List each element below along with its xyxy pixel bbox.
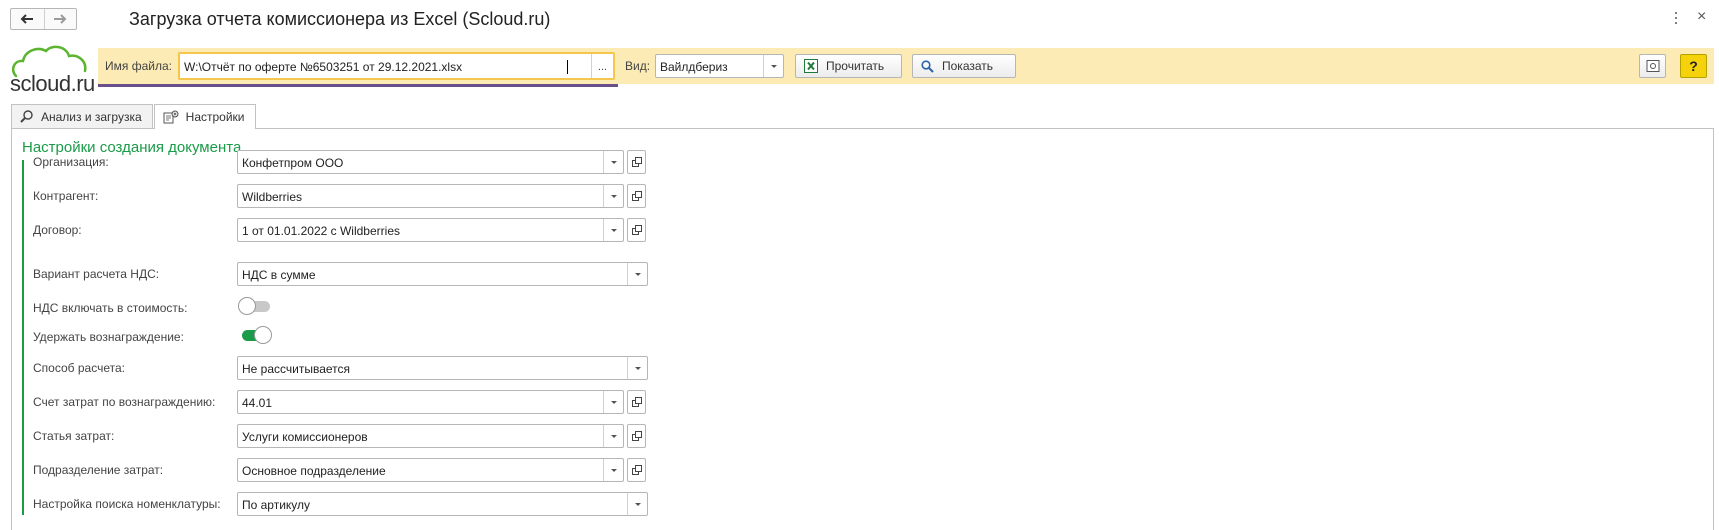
cost-account-value: 44.01 xyxy=(242,396,273,410)
vat-calc-variant-label: Вариант расчета НДС: xyxy=(33,267,160,281)
cost-account-field[interactable]: 44.01 xyxy=(237,390,624,414)
withhold-fee-toggle[interactable] xyxy=(238,326,273,344)
file-field: ... xyxy=(178,52,615,80)
magnifier-icon xyxy=(20,110,34,123)
cost-item-label: Статья затрат: xyxy=(33,429,115,443)
text-caret xyxy=(567,60,568,74)
show-button-label: Показать xyxy=(942,59,994,73)
file-label: Имя файла: xyxy=(105,59,172,73)
excel-icon xyxy=(804,59,818,73)
chevron-down-icon[interactable] xyxy=(603,425,623,447)
open-link-icon xyxy=(631,157,642,167)
organization-label: Организация: xyxy=(33,155,109,169)
cost-account-label: Счет затрат по вознаграждению: xyxy=(33,395,216,409)
vat-include-label: НДС включать в стоимость: xyxy=(33,301,188,315)
kind-select-value: Вайлдбериз xyxy=(660,60,728,74)
open-organization-button[interactable] xyxy=(627,150,646,174)
browse-file-button[interactable]: ... xyxy=(591,54,613,78)
settings-group-accent xyxy=(22,160,24,515)
vat-include-toggle[interactable] xyxy=(238,297,273,315)
open-cost-item-button[interactable] xyxy=(627,424,646,448)
tab-settings-label: Настройки xyxy=(185,110,245,124)
organization-value: Конфетпром ООО xyxy=(242,156,344,170)
cost-department-field[interactable]: Основное подразделение xyxy=(237,458,624,482)
open-link-icon xyxy=(631,191,642,201)
help-button[interactable]: ? xyxy=(1680,54,1707,78)
open-link-icon xyxy=(631,431,642,441)
cost-item-field[interactable]: Услуги комиссионеров xyxy=(237,424,624,448)
settings-icon xyxy=(163,110,179,124)
open-link-icon xyxy=(631,225,642,235)
chevron-down-icon[interactable] xyxy=(603,185,623,207)
chevron-down-icon[interactable] xyxy=(603,219,623,241)
more-menu-icon[interactable] xyxy=(1671,10,1681,26)
navigation-buttons xyxy=(10,8,77,30)
settings-group-title: Настройки создания документа xyxy=(22,139,242,156)
chevron-down-icon[interactable] xyxy=(603,151,623,173)
withhold-fee-label: Удержать вознаграждение: xyxy=(33,330,184,344)
kind-select[interactable]: Вайлдбериз xyxy=(655,54,784,78)
read-button[interactable]: Прочитать xyxy=(795,54,902,78)
cost-department-value: Основное подразделение xyxy=(242,464,386,478)
window-title: Загрузка отчета комиссионера из Excel (S… xyxy=(129,9,551,29)
calc-method-select[interactable]: Не рассчитывается xyxy=(237,356,648,380)
open-link-icon xyxy=(631,397,642,407)
open-cost-account-button[interactable] xyxy=(627,390,646,414)
arrow-right-icon xyxy=(54,14,67,24)
toggle-knob xyxy=(254,326,272,344)
chevron-down-icon[interactable] xyxy=(627,263,647,285)
forward-button[interactable] xyxy=(43,9,77,29)
show-button[interactable]: Показать xyxy=(912,54,1016,78)
calc-method-value: Не рассчитывается xyxy=(242,362,351,376)
arrow-left-icon xyxy=(20,14,34,24)
open-link-icon xyxy=(631,465,642,475)
nomenclature-search-select[interactable]: По артикулу xyxy=(237,492,648,516)
toggle-knob xyxy=(238,297,256,315)
read-button-label: Прочитать xyxy=(826,59,885,73)
contract-label: Договор: xyxy=(33,223,82,237)
counterparty-field[interactable]: Wildberries xyxy=(237,184,624,208)
tab-settings[interactable]: Настройки xyxy=(153,104,256,129)
chevron-down-icon[interactable] xyxy=(627,493,647,515)
chevron-down-icon[interactable] xyxy=(603,391,623,413)
chevron-down-icon[interactable] xyxy=(763,55,783,77)
file-path-input[interactable] xyxy=(184,57,584,77)
cost-department-label: Подразделение затрат: xyxy=(33,463,164,477)
open-contract-button[interactable] xyxy=(627,218,646,242)
report-settings-button[interactable] xyxy=(1639,54,1666,78)
chevron-down-icon[interactable] xyxy=(627,357,647,379)
counterparty-value: Wildberries xyxy=(242,190,303,204)
nomenclature-search-label: Настройка поиска номенклатуры: xyxy=(33,497,221,511)
command-bar: Имя файла: ... Вид: Вайлдбериз Прочитать… xyxy=(98,48,1714,84)
organization-field[interactable]: Конфетпром ООО xyxy=(237,150,624,174)
search-icon xyxy=(921,59,934,73)
document-settings-icon xyxy=(1646,60,1659,72)
chevron-down-icon[interactable] xyxy=(603,459,623,481)
nomenclature-search-value: По артикулу xyxy=(242,498,311,512)
back-button[interactable] xyxy=(11,9,44,29)
kind-label: Вид: xyxy=(625,59,651,73)
counterparty-label: Контрагент: xyxy=(33,189,99,203)
tab-analysis-label: Анализ и загрузка xyxy=(41,109,142,124)
cost-item-value: Услуги комиссионеров xyxy=(242,430,368,444)
logo-text: scloud.ru xyxy=(10,71,95,96)
vat-calc-variant-value: НДС в сумме xyxy=(242,268,316,282)
tab-strip: Анализ и загрузка Настройки xyxy=(11,104,257,129)
title-bar: Загрузка отчета комиссионера из Excel (S… xyxy=(0,0,1719,38)
close-icon[interactable]: × xyxy=(1697,8,1706,26)
tab-analysis[interactable]: Анализ и загрузка xyxy=(11,104,153,128)
open-cost-department-button[interactable] xyxy=(627,458,646,482)
vat-calc-variant-select[interactable]: НДС в сумме xyxy=(237,262,648,286)
contract-field[interactable]: 1 от 01.01.2022 с Wildberries xyxy=(237,218,624,242)
calc-method-label: Способ расчета: xyxy=(33,361,125,375)
file-field-underline xyxy=(98,84,618,87)
open-counterparty-button[interactable] xyxy=(627,184,646,208)
contract-value: 1 от 01.01.2022 с Wildberries xyxy=(242,224,400,238)
